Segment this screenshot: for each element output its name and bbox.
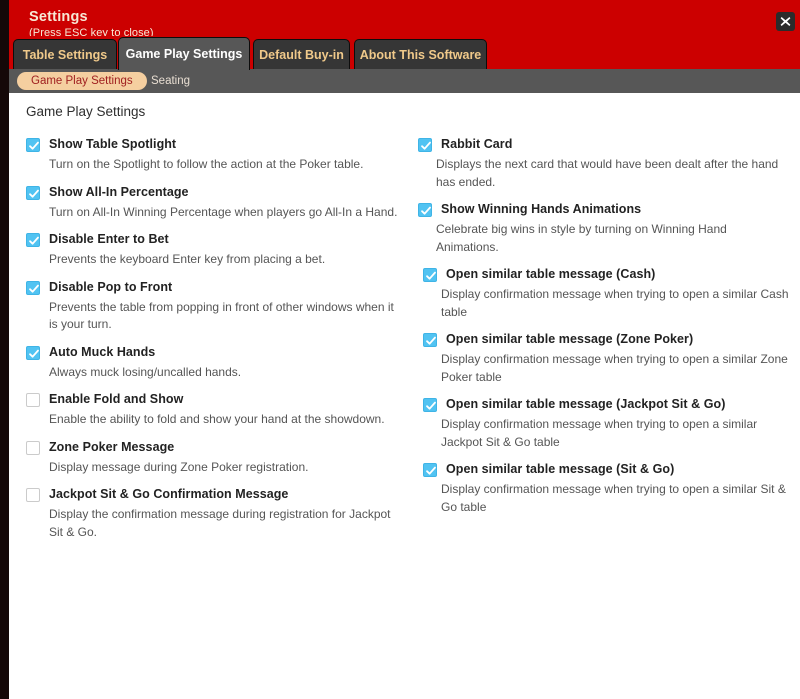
option-header: Open similar table message (Cash) [423,267,796,282]
tab-label: Default Buy-in [259,48,344,62]
option-description: Display the confirmation message during … [49,507,391,539]
option-description: Display confirmation message when trying… [441,482,786,514]
checkbox-open-similar-table-message-jackpot-sit-go[interactable] [423,398,437,412]
option-label[interactable]: Open similar table message (Sit & Go) [446,462,674,477]
tab-label: About This Software [359,48,482,62]
window-frame-left-edge [0,0,9,699]
option-header: Disable Pop to Front [26,280,414,295]
options-column-left: Show Table Spotlight Turn on the Spotligh… [26,137,414,552]
tab-table-settings[interactable]: Table Settings [13,39,117,70]
option-label[interactable]: Enable Fold and Show [49,392,183,407]
tab-label: Table Settings [22,48,108,62]
checkbox-jackpot-sit-go-confirmation-message[interactable] [26,488,40,502]
option-description: Turn on the Spotlight to follow the acti… [49,157,364,171]
option-row: Show All-In Percentage Turn on All-In Win… [26,185,414,222]
close-icon [780,16,791,27]
option-description: Displays the next card that would have b… [436,157,779,189]
tab-label: Game Play Settings [125,47,243,61]
option-description: Display message during Zone Poker regist… [49,459,309,474]
option-header: Zone Poker Message [26,440,414,455]
checkbox-zone-poker-message[interactable] [26,440,40,455]
option-row: Rabbit Card Displays the next card that w… [418,137,796,191]
tab-bar: Table Settings Game Play Settings Default … [9,36,800,70]
page-title: Game Play Settings [26,104,146,119]
close-button[interactable] [776,12,795,31]
option-label[interactable]: Show Table Spotlight [49,137,176,152]
option-description: Display confirmation message when trying… [441,417,758,449]
option-label[interactable]: Open similar table message (Zone Poker) [446,332,693,347]
option-row: Zone Poker Message Display message during… [26,440,414,477]
option-row: Open similar table message (Zone Poker) D… [418,332,796,386]
option-label[interactable]: Show All-In Percentage [49,185,189,200]
option-row: Auto Muck Hands Always muck losing/uncall… [26,345,414,382]
checkbox-disable-pop-to-front[interactable] [26,280,40,295]
option-description: Turn on All-In Winning Percentage when p… [49,204,398,219]
option-row: Enable Fold and Show Enable the ability t… [26,392,414,429]
option-row: Show Table Spotlight Turn on the Spotligh… [26,137,414,174]
option-description: Enable the ability to fold and show your… [49,412,385,426]
checkbox-show-all-in-percentage[interactable] [26,185,40,200]
option-header: Open similar table message (Sit & Go) [423,462,796,477]
options-column-right: Rabbit Card Displays the next card that w… [418,137,796,527]
option-description: Always muck losing/uncalled hands. [49,364,242,379]
option-label[interactable]: Disable Pop to Front [49,280,172,295]
option-row: Disable Pop to Front Prevents the table f… [26,280,414,334]
option-row: Open similar table message (Sit & Go) Dis… [418,462,796,516]
checkbox-disable-enter-to-bet[interactable] [26,233,40,247]
option-header: Enable Fold and Show [26,392,414,407]
option-row: Jackpot Sit & Go Confirmation Message Dis… [26,487,414,541]
option-row: Show Winning Hands Animations Celebrate b… [418,202,796,256]
option-description: Celebrate big wins in style by turning o… [436,222,727,254]
option-description: Prevents the keyboard Enter key from pla… [49,252,326,266]
checkbox-auto-muck-hands[interactable] [26,345,40,360]
option-description: Display confirmation message when trying… [441,352,788,384]
checkbox-show-table-spotlight[interactable] [26,138,40,152]
checkbox-open-similar-table-message-zone-poker[interactable] [423,333,437,347]
title-bar: Settings (Press ESC key to close) [9,4,800,40]
option-header: Show Winning Hands Animations [418,202,796,217]
checkbox-show-winning-hands-animations[interactable] [418,203,432,217]
option-row: Disable Enter to Bet Prevents the keyboar… [26,232,414,269]
checkbox-open-similar-table-message-sit-go[interactable] [423,463,437,477]
tab-game-play-settings[interactable]: Game Play Settings [118,37,250,70]
option-label[interactable]: Zone Poker Message [49,440,174,455]
option-header: Show All-In Percentage [26,185,414,200]
checkbox-open-similar-table-message-cash[interactable] [423,268,437,282]
option-label[interactable]: Open similar table message (Cash) [446,267,655,282]
option-header: Jackpot Sit & Go Confirmation Message [26,487,414,502]
option-label[interactable]: Disable Enter to Bet [49,232,169,247]
sub-tab-bar: Game Play Settings Seating [9,69,800,93]
option-header: Show Table Spotlight [26,137,414,152]
option-description: Display confirmation message when trying… [441,287,789,319]
tab-default-buy-in[interactable]: Default Buy-in [253,39,350,70]
option-header: Open similar table message (Zone Poker) [423,332,796,347]
option-row: Open similar table message (Cash) Display… [418,267,796,321]
option-header: Disable Enter to Bet [26,232,414,247]
settings-content-panel: Game Play Settings Show Table Spotlight T… [9,93,800,699]
option-header: Auto Muck Hands [26,345,414,360]
checkbox-enable-fold-and-show[interactable] [26,393,40,407]
tab-about-this-software[interactable]: About This Software [354,39,487,70]
option-label[interactable]: Open similar table message (Jackpot Sit … [446,397,725,412]
subtab-seating[interactable]: Seating [137,72,204,90]
option-label[interactable]: Auto Muck Hands [49,345,155,360]
option-header: Rabbit Card [418,137,796,152]
checkbox-rabbit-card[interactable] [418,138,432,152]
subtab-game-play-settings[interactable]: Game Play Settings [17,72,147,90]
settings-window: Settings (Press ESC key to close) Table … [0,0,800,699]
window-title: Settings [29,9,88,25]
option-label[interactable]: Show Winning Hands Animations [441,202,641,217]
option-label[interactable]: Rabbit Card [441,137,512,152]
option-label[interactable]: Jackpot Sit & Go Confirmation Message [49,487,288,502]
option-header: Open similar table message (Jackpot Sit … [423,397,796,412]
option-description: Prevents the table from popping in front… [49,299,394,332]
option-row: Open similar table message (Jackpot Sit … [418,397,796,451]
